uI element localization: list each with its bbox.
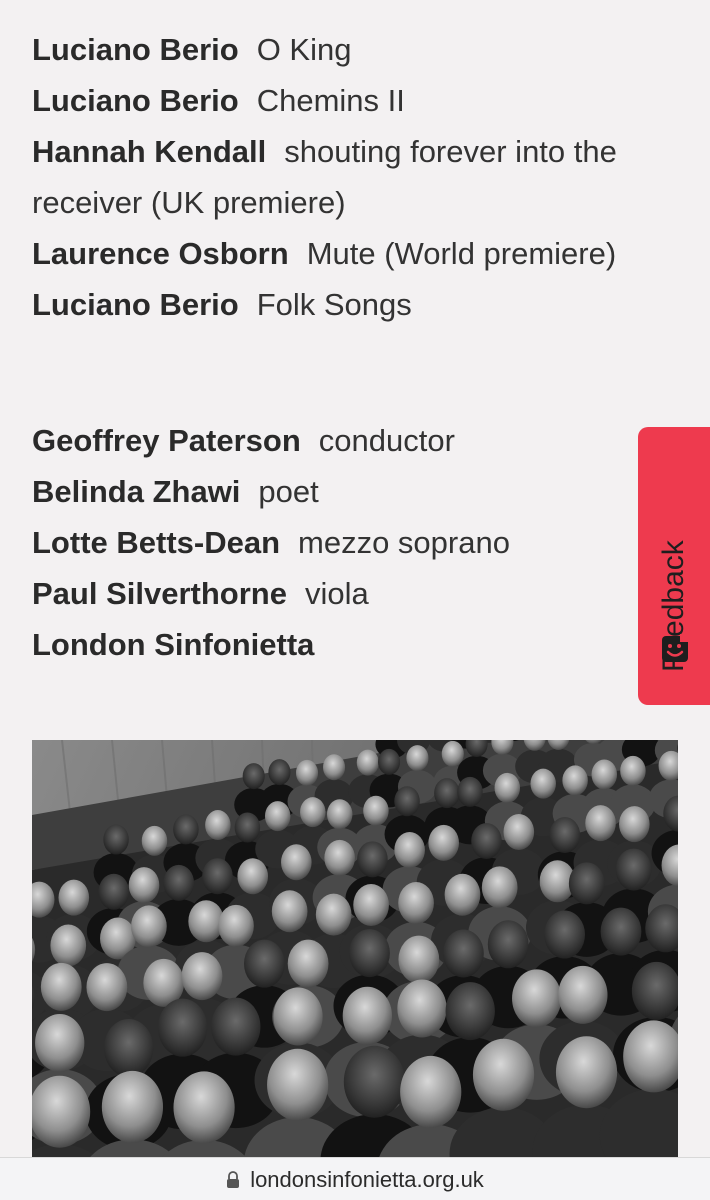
composer-name: Luciano Berio xyxy=(32,287,239,322)
performer-item: London Sinfonietta xyxy=(32,619,672,670)
audience-photo-graphic xyxy=(32,740,678,1160)
performer-name: Geoffrey Paterson xyxy=(32,423,301,458)
composer-name: Laurence Osborn xyxy=(32,236,289,271)
program-item: Hannah Kendall shouting forever into the xyxy=(32,126,672,177)
work-title: O King xyxy=(256,32,352,67)
event-details: Luciano Berio O King Luciano Berio Chemins… xyxy=(32,24,672,670)
performer-name: Lotte Betts-Dean xyxy=(32,525,281,560)
feedback-button[interactable]: Feedback xyxy=(638,427,710,705)
performer-item: Paul Silverthorne viola xyxy=(32,568,672,619)
program-list: Luciano Berio O King Luciano Berio Chemins… xyxy=(32,24,672,330)
work-title: Mute (World premiere) xyxy=(306,236,617,271)
audience-photo xyxy=(32,740,678,1160)
performers-list: Geoffrey Paterson conductor Belinda Zhawi… xyxy=(32,415,672,670)
page: Luciano Berio O King Luciano Berio Chemins… xyxy=(0,0,710,1200)
program-item: Luciano Berio Folk Songs xyxy=(32,279,672,330)
program-item: Laurence Osborn Mute (World premiere) xyxy=(32,228,672,279)
performer-name: London Sinfonietta xyxy=(32,627,315,662)
performer-name: Paul Silverthorne xyxy=(32,576,287,611)
program-item: Luciano Berio Chemins II xyxy=(32,75,672,126)
work-title: shouting forever into the xyxy=(284,134,617,169)
composer-name: Hannah Kendall xyxy=(32,134,267,169)
performer-role: poet xyxy=(258,474,319,509)
work-title: receiver (UK premiere) xyxy=(32,185,346,220)
performer-role: viola xyxy=(304,576,369,611)
lock-icon xyxy=(227,1170,240,1188)
smiley-face-icon xyxy=(662,634,690,662)
url-text: londonsinfonietta.org.uk xyxy=(250,1166,484,1192)
work-title: Folk Songs xyxy=(256,287,412,322)
work-title: Chemins II xyxy=(256,83,405,118)
performer-item: Lotte Betts-Dean mezzo soprano xyxy=(32,517,672,568)
program-item: Luciano Berio O King xyxy=(32,24,672,75)
performer-item: Geoffrey Paterson conductor xyxy=(32,415,672,466)
browser-url-bar[interactable]: londonsinfonietta.org.uk xyxy=(0,1157,710,1200)
performer-role: mezzo soprano xyxy=(298,525,510,560)
performer-role: conductor xyxy=(318,423,455,458)
composer-name: Luciano Berio xyxy=(32,83,239,118)
performer-item: Belinda Zhawi poet xyxy=(32,466,672,517)
composer-name: Luciano Berio xyxy=(32,32,239,67)
performer-name: Belinda Zhawi xyxy=(32,474,241,509)
program-item-continued: receiver (UK premiere) xyxy=(32,177,672,228)
